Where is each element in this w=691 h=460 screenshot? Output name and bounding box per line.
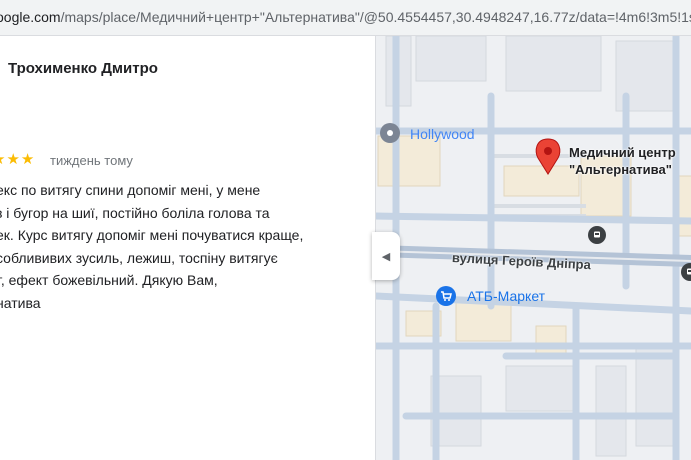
hollywood-label[interactable]: Hollywood <box>410 126 475 142</box>
url-host: oogle.com <box>0 9 61 25</box>
map-view[interactable]: Медичний центр "Альтернатива" <box>375 36 691 460</box>
rating-stars: ★★★ <box>0 151 36 168</box>
review-line: натива <box>0 294 41 311</box>
shopping-cart-icon[interactable] <box>436 286 456 306</box>
reviewer-name[interactable]: Трохименко Дмитро <box>8 60 158 77</box>
review-line: з і бугор на шиї, постійно боліла голова… <box>0 204 270 221</box>
chevron-left-icon: ◀ <box>381 250 391 263</box>
bus-stop-icon[interactable] <box>588 226 606 244</box>
atb-market-label[interactable]: АТБ-Маркет <box>467 288 545 304</box>
medical-center-label[interactable]: Медичний центр "Альтернатива" <box>569 144 676 178</box>
center-label-line1: Медичний центр <box>569 145 676 160</box>
review-line: ек. Курс витягу допоміг мені почуватися … <box>0 227 304 243</box>
address-bar[interactable]: oogle.com/maps/place/Медичний+центр+"Аль… <box>0 0 691 36</box>
collapse-panel-button[interactable]: ◀ <box>372 232 400 280</box>
review-line: соблививих зусиль, лежиш, тоспіну витягу… <box>0 249 278 266</box>
review-line: т, ефект божевільний. Дякую Вам, <box>0 272 218 288</box>
review-text: екс по витягу спини допоміг мені, у мене… <box>0 179 375 314</box>
review-time: тиждень тому <box>50 153 133 168</box>
review-panel: Трохименко Дмитро ★★★ тиждень тому екс п… <box>0 36 375 460</box>
url-path: /maps/place/Медичний+центр+"Альтернатива… <box>60 9 691 25</box>
hollywood-poi-icon[interactable] <box>380 123 400 143</box>
url-text[interactable]: oogle.com/maps/place/Медичний+центр+"Аль… <box>0 9 691 25</box>
review-line: екс по витягу спини допоміг мені, у мене <box>0 182 261 198</box>
map-canvas <box>376 36 691 460</box>
center-label-line2: "Альтернатива" <box>569 162 672 177</box>
